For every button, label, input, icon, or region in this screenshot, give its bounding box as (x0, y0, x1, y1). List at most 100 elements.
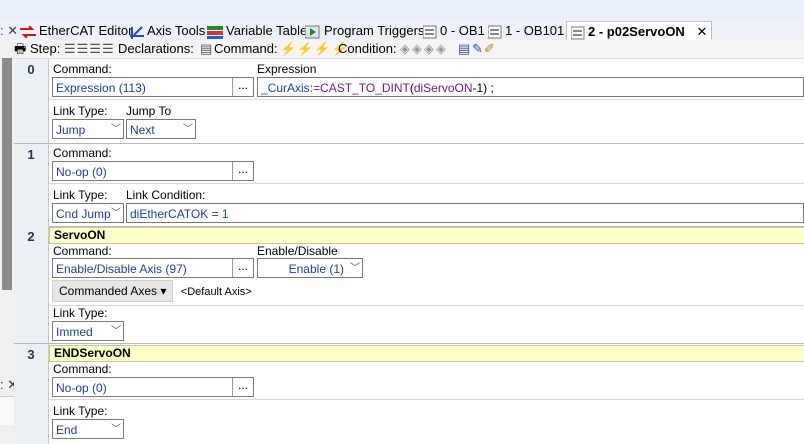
editor-toolbar: 🖶 Step: ☰☰☰☰ Declarations: ▤ Command: ⚡⚡… (14, 40, 804, 59)
step-number-column: 1 (14, 144, 49, 226)
tab-label: Program Triggers (324, 23, 425, 38)
left-panel-close-icon[interactable]: : ✕ (0, 22, 18, 39)
command-field[interactable]: No-op (0) ... (52, 377, 254, 397)
chevron-down-icon: ﹀ (111, 326, 121, 337)
tab-variable-table[interactable]: Variable Table (207, 22, 307, 39)
link-type-label: Link Type: (53, 188, 108, 202)
tab-p02servoon[interactable]: 2 - p02ServoON ✕ (566, 21, 713, 41)
step-1: 1 Command: No-op (0) ... Link Type: Link… (14, 144, 804, 226)
step-label-header[interactable]: ENDServoON (49, 345, 804, 362)
link-type-label: Link Type: (53, 104, 108, 118)
edit-view-icon[interactable]: ✎ (472, 40, 483, 58)
title-strip (0, 0, 804, 20)
link-type-select[interactable]: Immed ﹀ (52, 321, 124, 341)
command-value: No-op (0) (56, 381, 107, 395)
tab-ob101[interactable]: 1 - OB101 (488, 22, 564, 39)
document-tab-bar: : ✕ EtherCAT Editor Axis Tools Variable … (0, 20, 804, 41)
command-browse-button[interactable]: ... (232, 78, 253, 96)
condition-tools-icon[interactable]: ◈◈◈◈ (400, 40, 448, 58)
link-type-value: Jump (56, 123, 86, 137)
tab-label: Variable Table (226, 23, 308, 38)
commanded-axes-button[interactable]: Commanded Axes ▾ (52, 280, 174, 302)
link-condition-label: Link Condition: (126, 188, 206, 202)
command-browse-button[interactable]: ... (232, 162, 253, 180)
command-value: Enable/Disable Axis (97) (56, 262, 187, 276)
toolbar-condition-label: Condition: (338, 41, 397, 56)
expr-argument: diServoON (413, 81, 473, 95)
chevron-down-icon: ﹀ (350, 263, 360, 274)
expr-assign: := (309, 81, 321, 95)
link-condition-field[interactable]: diEtherCATOK = 1 (126, 203, 804, 223)
program-triggers-icon (305, 25, 320, 39)
edit-step-icon[interactable]: ✐ (484, 40, 495, 58)
expression-label: Expression (257, 62, 317, 76)
command-browse-button[interactable]: ... (232, 259, 253, 277)
row-separator (49, 399, 804, 400)
step-number-column: 3 (14, 344, 49, 444)
link-type-value: Immed (56, 325, 93, 339)
step-tools-icon[interactable]: ☰☰☰☰ (64, 40, 115, 58)
jump-to-label: Jump To (126, 104, 172, 118)
command-field[interactable]: Expression (113) ... (52, 77, 254, 97)
tab-label: 1 - OB101 (505, 23, 565, 38)
program-block-icon (571, 26, 585, 40)
expr-var: _CurAxis (261, 81, 310, 95)
link-type-select[interactable]: End ﹀ (52, 419, 124, 439)
step-label-header[interactable]: ServoON (49, 227, 804, 244)
command-label: Command: (53, 146, 112, 160)
chevron-down-icon: ﹀ (111, 208, 121, 219)
tab-ethercat-editor[interactable]: EtherCAT Editor (20, 22, 132, 39)
command-field[interactable]: No-op (0) ... (52, 161, 254, 181)
caret-down-icon: ▾ (160, 284, 167, 298)
tab-label: EtherCAT Editor (39, 23, 133, 38)
command-label: Command: (53, 362, 112, 376)
step-number: 0 (27, 62, 35, 77)
jump-to-select[interactable]: Next ﹀ (126, 119, 196, 139)
commanded-axes-label: Commanded Axes (59, 284, 158, 298)
command-label: Command: (53, 62, 112, 76)
command-label: Command: (53, 244, 112, 258)
toolbar-step-label: Step: (30, 41, 61, 56)
link-type-value: End (56, 423, 78, 437)
link-type-select[interactable]: Jump ﹀ (52, 119, 124, 139)
link-type-select[interactable]: Cnd Jump ﹀ (52, 203, 124, 223)
tab-ob1[interactable]: 0 - OB1 (423, 22, 485, 39)
chevron-down-icon: ﹀ (111, 124, 121, 135)
step-0: 0 Command: Expression Expression (113) .… (14, 59, 804, 143)
step-number: 3 (27, 347, 35, 362)
chevron-down-icon: ﹀ (111, 424, 121, 435)
axis-tools-icon (130, 25, 144, 39)
enable-disable-label: Enable/Disable (257, 244, 338, 258)
link-type-label: Link Type: (53, 404, 108, 418)
list-view-icon[interactable]: ▤ (458, 40, 470, 58)
step-number: 2 (27, 229, 35, 244)
tab-label: 2 - p02ServoON (588, 24, 685, 39)
tab-axis-tools[interactable]: Axis Tools (130, 22, 205, 39)
row-separator (49, 99, 804, 100)
command-field[interactable]: Enable/Disable Axis (97) ... (52, 258, 254, 278)
link-type-label: Link Type: (53, 306, 108, 320)
enable-disable-select[interactable]: Enable (1) ﹀ (257, 258, 363, 278)
command-browse-button[interactable]: ... (232, 378, 253, 396)
toolbar-declarations-label: Declarations: (118, 41, 194, 56)
commanded-axes-row: Commanded Axes ▾ <Default Axis> (52, 280, 252, 303)
tab-program-triggers[interactable]: Program Triggers (305, 22, 424, 39)
step-number-column: 0 (14, 59, 49, 143)
expr-rest: -1) ; (472, 81, 494, 95)
declarations-icon[interactable]: ▤ (200, 40, 212, 58)
step-3: 3 ENDServoON Command: No-op (0) ... Link… (14, 344, 804, 444)
side-panel-stub (0, 396, 14, 425)
command-value: Expression (113) (56, 81, 146, 95)
ethercat-icon (20, 25, 36, 38)
close-tab-icon[interactable]: ✕ (696, 24, 707, 39)
link-condition-value: diEtherCATOK = 1 (130, 207, 229, 221)
tab-label: Axis Tools (147, 23, 206, 38)
step-number-column: 2 (14, 226, 49, 343)
link-type-value: Cnd Jump (56, 207, 111, 221)
variable-table-icon (207, 25, 223, 39)
left-scrollbar-thumb[interactable] (2, 58, 12, 290)
print-icon[interactable]: 🖶 (14, 40, 26, 58)
expression-field[interactable]: _CurAxis:=CAST_TO_DINT(diServoON-1) ; (257, 77, 804, 97)
enable-disable-value: Enable (1) (288, 262, 344, 276)
step-number: 1 (27, 147, 35, 162)
